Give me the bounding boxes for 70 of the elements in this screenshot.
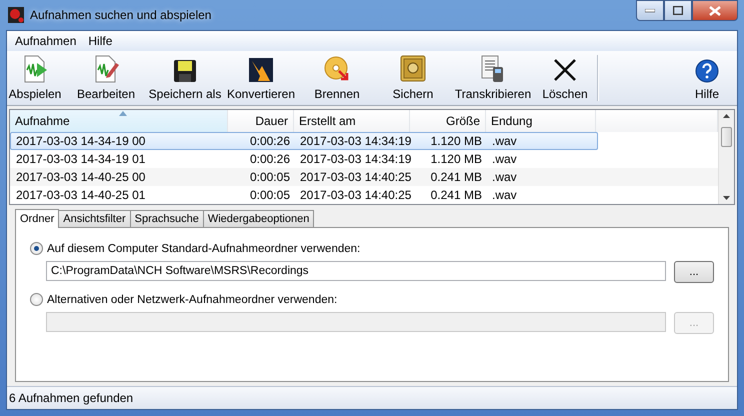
table-row[interactable]: 2017-03-03 14-34-19 01 0:00:26 2017-03-03 14:34:19 1.120 MB .wav [10, 150, 718, 168]
maximize-button[interactable] [664, 0, 692, 21]
column-header[interactable]: Erstellt am [294, 110, 410, 132]
column-header[interactable]: Aufnahme [10, 110, 228, 132]
scroll-down-icon[interactable] [723, 196, 730, 200]
table-cell-text: 2017-03-03 14:40:25 [299, 170, 411, 184]
tab[interactable]: Ansichtsfilter [58, 210, 131, 227]
toolbar-button[interactable]: Transkribieren [453, 51, 533, 105]
option-label: Auf diesem Computer Standard-Aufnahmeordner verwenden: [47, 242, 360, 254]
document-device-icon [480, 55, 506, 83]
edit-document-icon [93, 55, 119, 83]
vertical-scrollbar[interactable] [718, 110, 734, 204]
table-cell-text: .wav [491, 170, 518, 184]
table-cell-text: 0:00:26 [248, 134, 291, 148]
safe-icon [400, 55, 426, 83]
convert-icon [248, 57, 274, 83]
close-button[interactable] [692, 0, 738, 21]
table-cell-text: 0:00:05 [248, 170, 291, 184]
browse-button[interactable]: ... [674, 261, 714, 283]
table-row[interactable]: 2017-03-03 14-40-25 01 0:00:05 2017-03-03 14:40:25 0.241 MB .wav [10, 186, 718, 204]
table-row[interactable]: 2017-03-03 14-34-19 00 0:00:26 2017-03-03 14:34:19 1.120 MB .wav [10, 132, 598, 150]
toolbar-button[interactable]: Konvertieren [221, 51, 301, 105]
table-cell-text: .wav [491, 134, 518, 148]
table-cell-text: 2017-03-03 14:40:25 [299, 188, 411, 202]
table-cell-text: .wav [491, 188, 518, 202]
minimize-button[interactable] [636, 0, 664, 21]
table-cell-text: 2017-03-03 14-34-19 00 [15, 134, 146, 148]
table-cell-text: 0:00:26 [248, 152, 291, 166]
option-label: Alternativen oder Netzwerk-Aufnahmeordner verwenden: [47, 294, 338, 306]
disc-icon [323, 55, 351, 83]
maximize-icon [673, 6, 683, 15]
toolbar-button[interactable]: Speichern als [149, 51, 221, 105]
play-document-icon [22, 55, 48, 83]
table-cell-text: 2017-03-03 14-34-19 01 [15, 152, 146, 166]
scrollbar-thumb[interactable] [721, 127, 732, 147]
help-icon [695, 59, 719, 83]
menu-item[interactable]: Hilfe [82, 34, 118, 48]
folder-path-field[interactable]: C:\ProgramData\NCH Software\MSRS\Recordings [46, 261, 666, 281]
app-icon [8, 7, 24, 23]
window-title: Aufnahmen suchen und abspielen [30, 8, 212, 22]
toolbar-button[interactable]: Sichern [373, 51, 453, 105]
column-header[interactable]: Endung [486, 110, 596, 132]
tab[interactable]: Ordner [15, 209, 60, 228]
close-icon [709, 6, 721, 16]
help-button[interactable]: Hilfe [677, 51, 737, 105]
scroll-up-icon[interactable] [723, 114, 730, 118]
column-header[interactable]: Dauer [228, 110, 294, 132]
radio-button[interactable] [30, 242, 43, 255]
table-cell-text: 1.120 MB [430, 134, 483, 148]
table-row[interactable]: 2017-03-03 14-40-25 00 0:00:05 2017-03-03 14:40:25 0.241 MB .wav [10, 168, 718, 186]
table-cell-text: 2017-03-03 14-40-25 00 [15, 170, 146, 184]
table-cell-text: 0:00:05 [248, 188, 291, 202]
minimize-icon [645, 8, 655, 12]
table-cell-text: .wav [491, 152, 518, 166]
cross-icon [552, 57, 578, 83]
table-cell-text: 1.120 MB [430, 152, 483, 166]
toolbar-button[interactable]: Brennen [301, 51, 373, 105]
toolbar-button[interactable]: Abspielen [7, 51, 63, 105]
column-header[interactable]: Größe [410, 110, 486, 132]
table-cell-text: 0.241 MB [430, 188, 483, 202]
table-cell-text: 2017-03-03 14:34:19 [299, 134, 411, 148]
status-text: 6 Aufnahmen gefunden [9, 391, 134, 405]
toolbar-button[interactable]: Bearbeiten [63, 51, 149, 105]
table-cell-text: 2017-03-03 14-40-25 01 [15, 188, 146, 202]
toolbar-button[interactable]: Löschen [533, 51, 597, 105]
tab[interactable]: Sprachsuche [130, 210, 204, 227]
table-cell-text: 0.241 MB [430, 170, 483, 184]
tab[interactable]: Wiedergabeoptionen [202, 210, 314, 227]
table-cell-text: 2017-03-03 14:34:19 [299, 152, 411, 166]
menu-item[interactable]: Aufnahmen [9, 34, 82, 48]
